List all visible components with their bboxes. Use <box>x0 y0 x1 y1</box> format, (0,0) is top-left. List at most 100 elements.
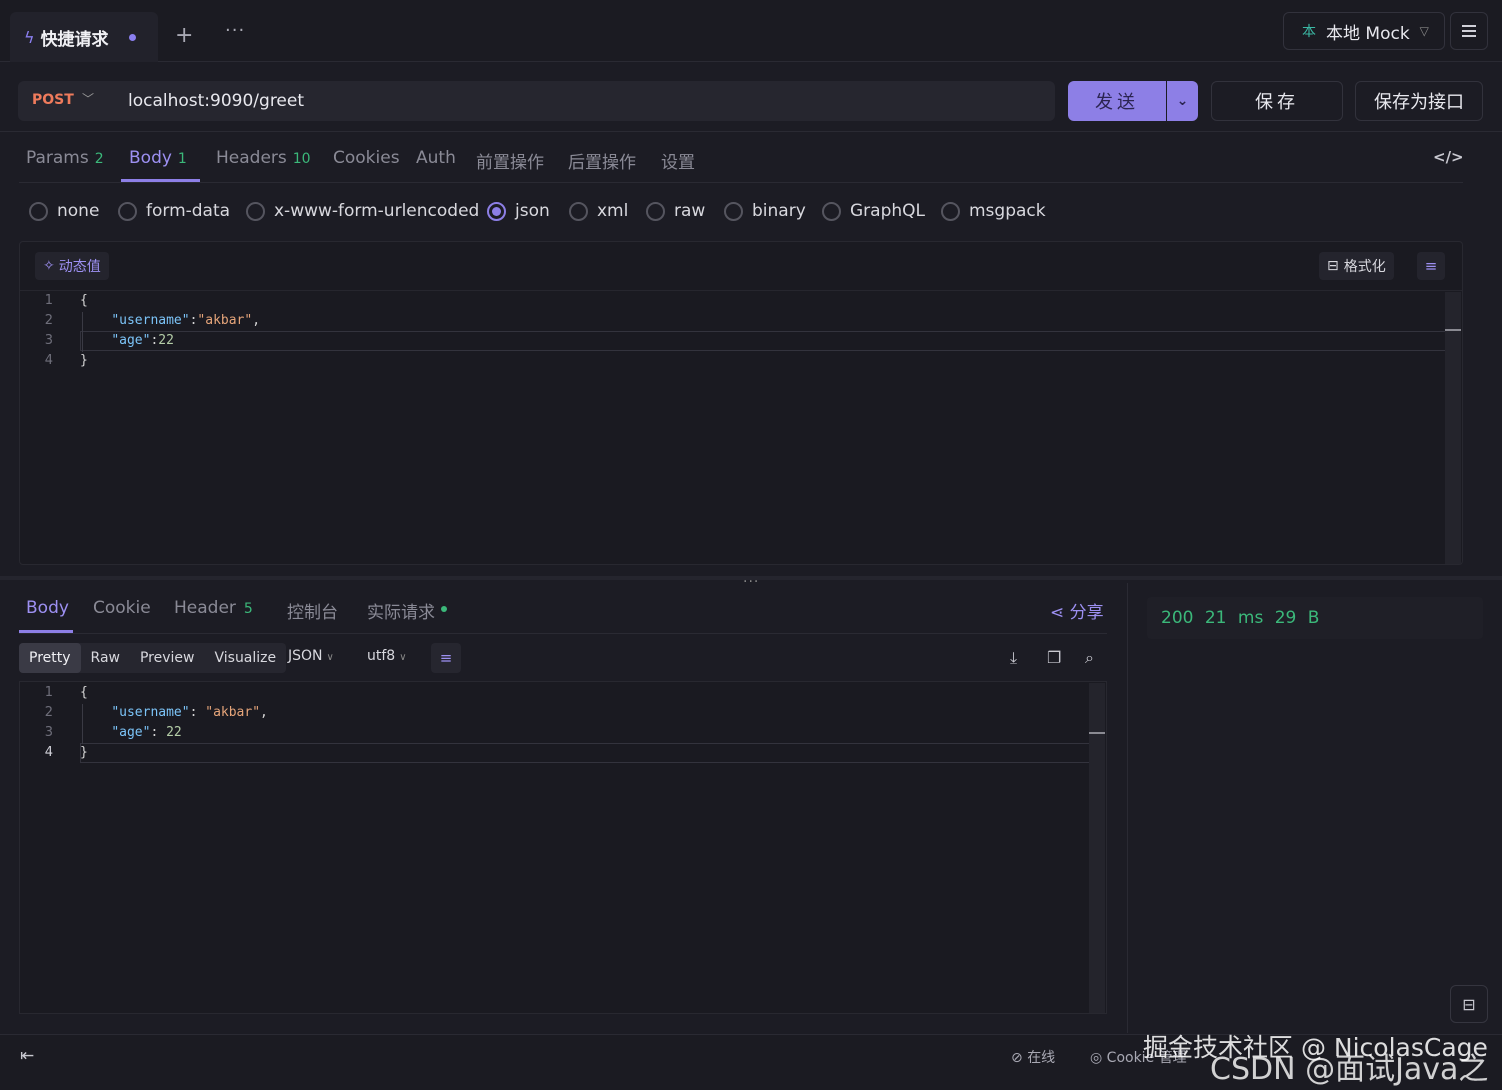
chevron-down-icon: ⌄ <box>1176 93 1189 109</box>
response-time: 21 ms <box>1204 608 1264 628</box>
line-number: 2 <box>44 705 53 720</box>
radio-json[interactable]: json <box>487 201 550 221</box>
tab-headers[interactable]: Headers 10 <box>216 148 311 168</box>
save-as-api-button[interactable]: 保存为接口 <box>1355 81 1483 121</box>
menu-button[interactable] <box>1450 12 1488 50</box>
tab-body[interactable]: Body 1 <box>129 148 187 168</box>
copy-icon[interactable]: ❐ <box>1047 648 1061 667</box>
divider <box>19 633 1107 634</box>
status-dot <box>441 606 447 612</box>
cookie-icon: ◎ <box>1090 1050 1103 1066</box>
radio-msgpack[interactable]: msgpack <box>941 201 1046 221</box>
format-button[interactable]: ⊟ 格式化 <box>1319 252 1394 280</box>
radio-none[interactable]: none <box>29 201 99 221</box>
send-button[interactable]: 发送 <box>1068 81 1166 121</box>
tab-response-body[interactable]: Body <box>26 598 69 618</box>
method-select[interactable]: POST <box>32 92 74 108</box>
tab-params[interactable]: Params 2 <box>26 148 104 168</box>
line-number: 1 <box>44 293 53 308</box>
tab-actual-request[interactable]: 实际请求 <box>367 598 447 623</box>
tab-auth[interactable]: Auth <box>416 148 456 168</box>
format-select[interactable]: JSON ∨ <box>288 648 334 664</box>
radio-xml[interactable]: xml <box>569 201 628 221</box>
tab-console[interactable]: 控制台 <box>287 598 338 623</box>
view-mode-segmented[interactable]: Pretty Raw Preview Visualize <box>19 643 287 673</box>
watermark: CSDN @面试Java之父 <box>1210 1052 1489 1087</box>
online-status[interactable]: ⊘ 在线 <box>1011 1047 1055 1067</box>
code-line: } <box>80 353 88 368</box>
tab-quick-request[interactable]: ϟ 快捷请求 <box>10 12 158 62</box>
code-line: "username": "akbar", <box>111 705 268 720</box>
tab-response-header[interactable]: Header 5 <box>174 598 253 618</box>
layout-toggle-icon[interactable]: ⊟ <box>1450 985 1488 1023</box>
chevron-down-icon[interactable]: ﹀ <box>82 90 94 107</box>
radio-graphql[interactable]: GraphQL <box>822 201 925 221</box>
tab-post-processors[interactable]: 后置操作 <box>568 148 636 173</box>
scroll-marker <box>1089 732 1105 734</box>
wrap-lines-icon[interactable]: ≡ <box>431 643 461 673</box>
line-number: 4 <box>44 353 53 368</box>
wand-icon: ✧ <box>43 258 55 274</box>
indent-guide <box>82 312 83 352</box>
env-icon: 本 <box>1302 24 1316 40</box>
code-icon[interactable]: </> <box>1433 148 1464 166</box>
view-visualize[interactable]: Visualize <box>204 643 286 673</box>
code-line: "username":"akbar", <box>111 313 261 328</box>
response-status: 200 21 ms 29 B <box>1161 608 1319 628</box>
view-pretty[interactable]: Pretty <box>19 643 81 673</box>
plus-icon[interactable]: + <box>175 23 193 48</box>
drag-handle-icon[interactable]: ··· <box>743 574 759 590</box>
divider <box>20 290 1462 291</box>
divider <box>19 182 1463 183</box>
radio-binary[interactable]: binary <box>724 201 806 221</box>
tab-cookies[interactable]: Cookies <box>333 148 400 168</box>
url-input[interactable]: localhost:9090/greet <box>128 91 304 111</box>
unsaved-dot <box>128 33 136 41</box>
environment-selector[interactable]: 本 本地 Mock ▽ <box>1283 12 1445 50</box>
radio-form-data[interactable]: form-data <box>118 201 230 221</box>
editor-scrollbar[interactable] <box>1445 292 1461 564</box>
bolt-icon: ϟ <box>24 27 35 47</box>
code-line: } <box>80 745 88 760</box>
line-number: 3 <box>44 725 53 740</box>
share-button[interactable]: ⋖ 分享 <box>1050 598 1104 623</box>
indent-guide <box>82 704 83 744</box>
save-button[interactable]: 保存 <box>1211 81 1343 121</box>
send-dropdown-button[interactable]: ⌄ <box>1167 81 1198 121</box>
wrap-lines-icon[interactable]: ≡ <box>1417 252 1445 280</box>
tab-settings[interactable]: 设置 <box>661 148 695 173</box>
tab-response-cookie[interactable]: Cookie <box>93 598 151 618</box>
divider <box>0 131 1502 132</box>
chevron-down-icon: ▽ <box>1419 24 1429 38</box>
code-line: { <box>80 293 88 308</box>
encoding-select[interactable]: utf8 ∨ <box>367 648 407 664</box>
view-raw[interactable]: Raw <box>81 643 130 673</box>
scroll-marker <box>1445 329 1461 331</box>
dynamic-value-button[interactable]: ✧ 动态值 <box>35 252 109 280</box>
response-body-viewer[interactable] <box>19 681 1107 1014</box>
chevron-down-icon: ∨ <box>399 652 407 663</box>
line-number: 1 <box>44 685 53 700</box>
format-icon: ⊟ <box>1327 258 1339 274</box>
download-icon[interactable]: ⤓ <box>1010 648 1017 668</box>
chevron-down-icon: ∨ <box>326 652 334 663</box>
check-circle-icon: ⊘ <box>1011 1050 1023 1066</box>
collapse-sidebar-icon[interactable]: ⇤ <box>20 1046 34 1066</box>
search-icon[interactable]: ⌕ <box>1085 648 1094 668</box>
tab-title: 快捷请求 <box>40 29 109 50</box>
hamburger-icon <box>1462 25 1476 27</box>
tab-pre-processors[interactable]: 前置操作 <box>476 148 544 173</box>
code-line: "age": 22 <box>111 725 182 740</box>
ellipsis-icon[interactable]: ··· <box>225 20 245 41</box>
code-line: "age":22 <box>111 333 174 348</box>
response-size: 29 B <box>1274 608 1320 628</box>
env-label: 本地 Mock <box>1326 23 1410 44</box>
panel-divider <box>1127 583 1128 1033</box>
status-code: 200 <box>1161 608 1194 628</box>
radio-raw[interactable]: raw <box>646 201 705 221</box>
current-line-highlight <box>80 331 1460 351</box>
current-line-highlight <box>80 743 1104 763</box>
radio-x-www-form-urlencoded[interactable]: x-www-form-urlencoded <box>246 201 479 221</box>
view-preview[interactable]: Preview <box>130 643 205 673</box>
code-line: { <box>80 685 88 700</box>
